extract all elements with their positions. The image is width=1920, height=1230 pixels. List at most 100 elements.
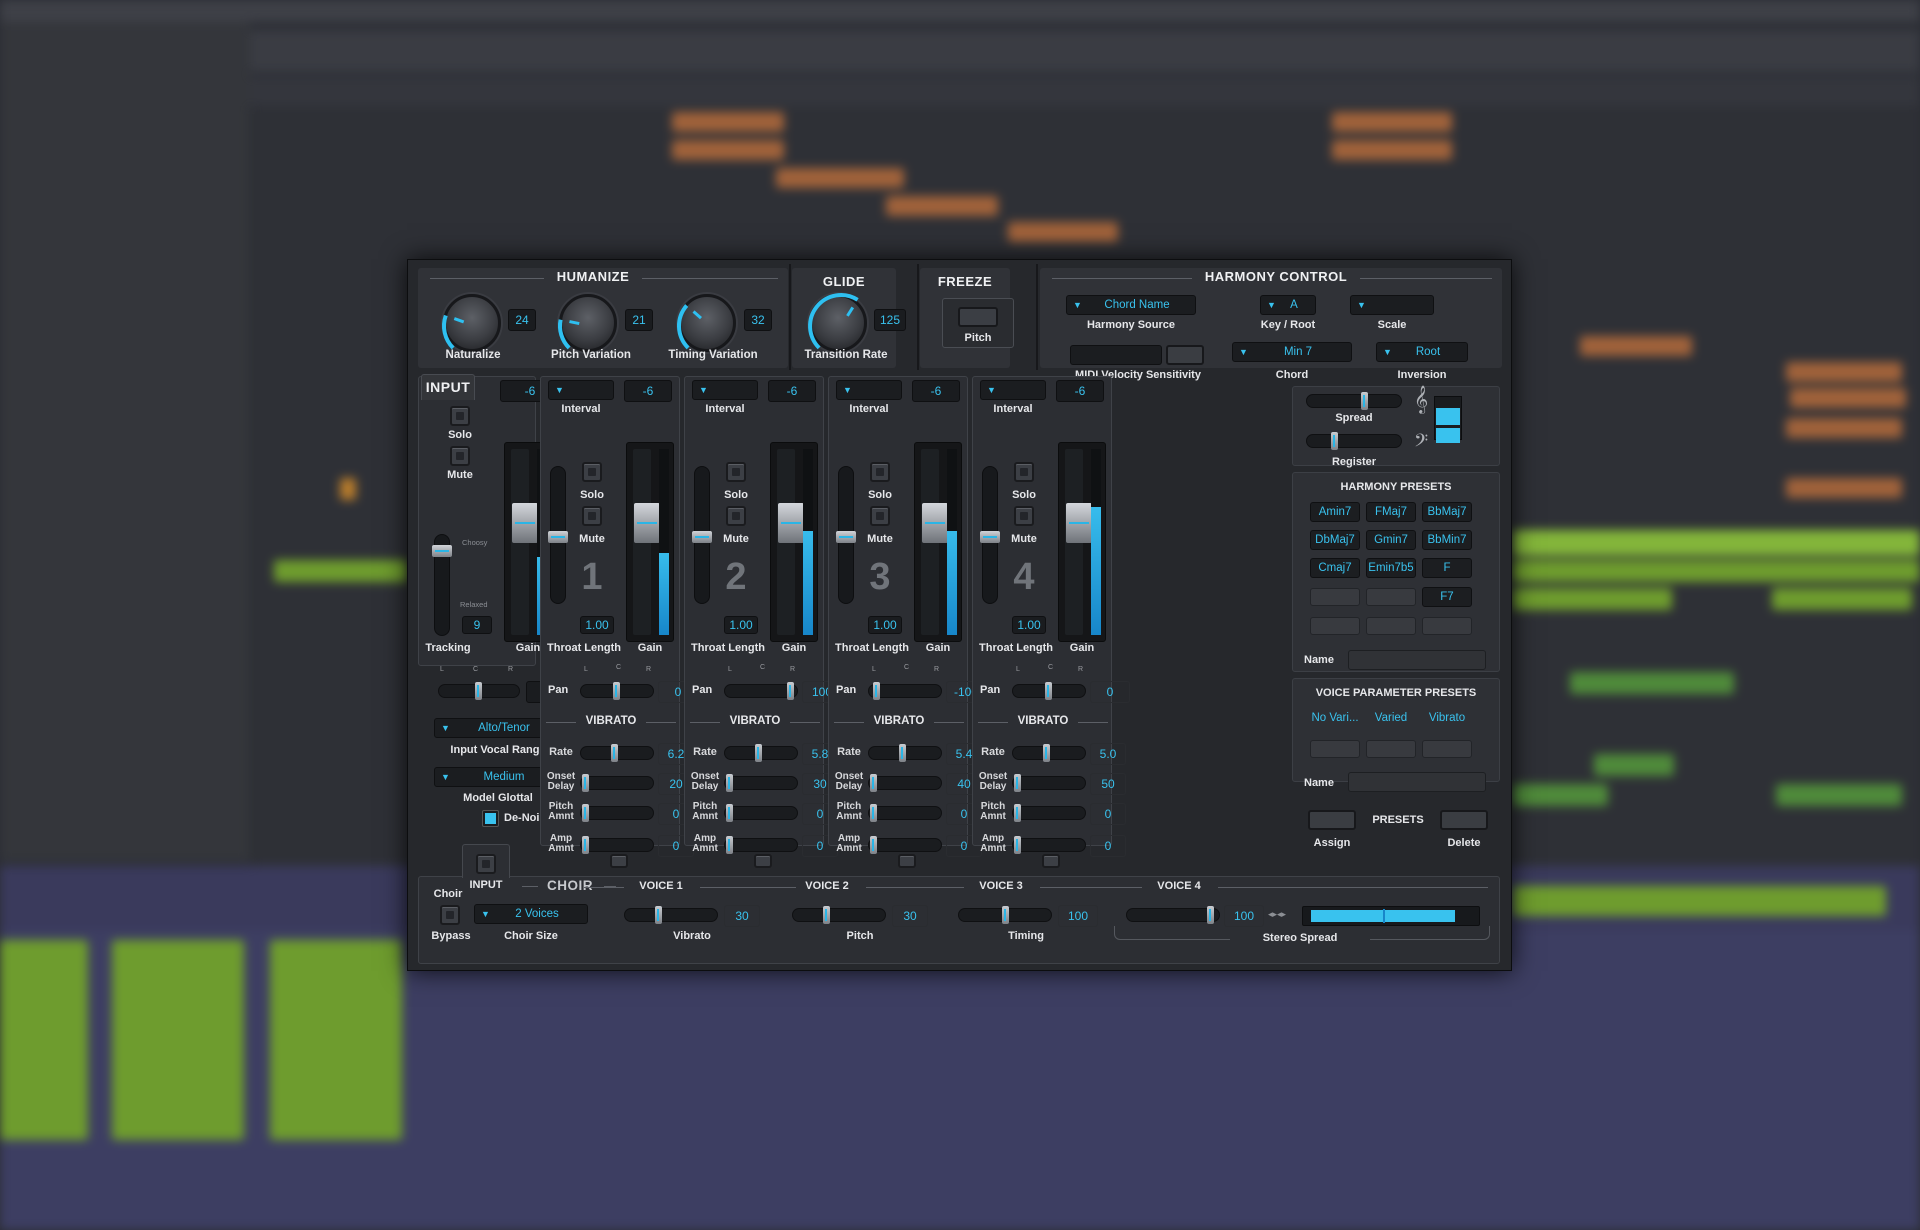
voice-preset-empty-slot[interactable]: [1422, 740, 1472, 758]
voice-3-vibrato-onset-thumb[interactable]: [870, 774, 877, 792]
voice-3-throat-value[interactable]: 1.00: [868, 616, 902, 634]
voice-preset-button[interactable]: Vibrato: [1422, 708, 1472, 728]
voice-1-vibrato-onset-slider[interactable]: [580, 774, 654, 792]
stereo-spread-value[interactable]: 100: [1224, 905, 1264, 927]
choir-size-dropdown[interactable]: ▼ 2 Voices: [474, 904, 588, 924]
harmony-preset-button[interactable]: BbMin7: [1422, 530, 1472, 550]
voice-2-gain-value[interactable]: -6: [768, 380, 816, 402]
harmony-preset-empty-slot[interactable]: [1310, 588, 1360, 606]
choir-vibrato-thumb[interactable]: [655, 906, 662, 924]
spread-slider-thumb[interactable]: [1361, 392, 1368, 410]
tracking-value[interactable]: 9: [462, 616, 492, 634]
voice-4-mute-button[interactable]: [1014, 506, 1034, 526]
voice-3-vibrato-amp-thumb[interactable]: [870, 836, 877, 854]
voice-1-vibrato-onset-thumb[interactable]: [582, 774, 589, 792]
voice-2-vibrato-pitch-slider[interactable]: [724, 804, 798, 822]
voice-4-solo-button[interactable]: [1014, 462, 1034, 482]
voice-4-gain-value[interactable]: -6: [1056, 380, 1104, 402]
tracking-slider[interactable]: [432, 534, 452, 636]
assign-button[interactable]: [1308, 810, 1356, 830]
voice-2-pan-slider[interactable]: [724, 682, 798, 700]
voice-3-vibrato-onset-slider[interactable]: [868, 774, 942, 792]
voice-4-pan-slider[interactable]: [1012, 682, 1086, 700]
voice-3-pan-thumb[interactable]: [873, 682, 880, 700]
voice-2-throat-value[interactable]: 1.00: [724, 616, 758, 634]
voice-3-throat-slider[interactable]: [836, 466, 856, 604]
voice-4-vibrato-amp-value[interactable]: 0: [1090, 835, 1126, 857]
voice-4-vibrato-pitch-thumb[interactable]: [1014, 804, 1021, 822]
voice-4-vibrato-rate-thumb[interactable]: [1043, 744, 1050, 762]
timing-variation-knob[interactable]: [677, 294, 736, 352]
voice-4-interval-dropdown[interactable]: ▼: [980, 380, 1046, 400]
voice-4-vibrato-rate-slider[interactable]: [1012, 744, 1086, 762]
spread-slider[interactable]: [1306, 392, 1402, 410]
input-pan-slider[interactable]: [438, 682, 520, 700]
voice-2-pan-thumb[interactable]: [787, 682, 794, 700]
voice-preset-empty-slot[interactable]: [1310, 740, 1360, 758]
harmony-preset-button[interactable]: F7: [1422, 587, 1472, 607]
choir-input-button[interactable]: [476, 854, 496, 874]
pitch-variation-knob[interactable]: [558, 294, 617, 352]
choir-timing-thumb[interactable]: [1002, 906, 1009, 924]
voice-1-vibrato-rate-thumb[interactable]: [611, 744, 618, 762]
voice-1-throat-slider[interactable]: [548, 466, 568, 604]
voice-3-gain-fader[interactable]: [914, 442, 962, 642]
harmony-preset-empty-slot[interactable]: [1422, 617, 1472, 635]
voice-2-mute-button[interactable]: [726, 506, 746, 526]
voice-3-mute-button[interactable]: [870, 506, 890, 526]
naturalize-value[interactable]: 24: [508, 309, 536, 331]
voice-4-pan-value[interactable]: 0: [1090, 681, 1130, 703]
harmony-preset-empty-slot[interactable]: [1366, 617, 1416, 635]
voice-2-throat-thumb[interactable]: [692, 531, 712, 543]
naturalize-knob[interactable]: [442, 294, 501, 352]
voice-3-pan-slider[interactable]: [868, 682, 942, 700]
voice-4-gain-thumb[interactable]: [1066, 503, 1092, 543]
timing-variation-value[interactable]: 32: [744, 309, 772, 331]
transition-rate-value[interactable]: 125: [874, 309, 906, 331]
voice-1-throat-thumb[interactable]: [548, 531, 568, 543]
voice-3-vibrato-pitch-slider[interactable]: [868, 804, 942, 822]
voice-1-gain-thumb[interactable]: [634, 503, 660, 543]
inversion-dropdown[interactable]: ▼ Root: [1376, 342, 1468, 362]
voice-4-vibrato-amp-slider[interactable]: [1012, 836, 1086, 854]
voice-3-vibrato-pitch-thumb[interactable]: [870, 804, 877, 822]
voice-4-vibrato-amp-thumb[interactable]: [1014, 836, 1021, 854]
voice-1-vibrato-rate-slider[interactable]: [580, 744, 654, 762]
register-slider-thumb[interactable]: [1331, 432, 1338, 450]
input-mute-button[interactable]: [450, 446, 470, 466]
voice-1-solo-button[interactable]: [582, 462, 602, 482]
voice-1-vibrato-pitch-slider[interactable]: [580, 804, 654, 822]
denoise-checkbox[interactable]: [482, 810, 499, 827]
scale-dropdown[interactable]: ▼: [1350, 295, 1434, 315]
midi-velocity-display[interactable]: [1070, 345, 1162, 365]
voice-2-vibrato-pitch-thumb[interactable]: [726, 804, 733, 822]
transition-rate-knob[interactable]: [808, 293, 867, 352]
voice-1-choir-button[interactable]: [610, 854, 628, 868]
tracking-slider-thumb[interactable]: [432, 545, 452, 557]
voice-preset-button[interactable]: No Vari...: [1310, 708, 1360, 728]
voice-1-pan-slider[interactable]: [580, 682, 654, 700]
freeze-pitch-button[interactable]: [958, 307, 998, 327]
voice-2-solo-button[interactable]: [726, 462, 746, 482]
voice-4-pan-thumb[interactable]: [1045, 682, 1052, 700]
voice-3-choir-button[interactable]: [898, 854, 916, 868]
voice-1-vibrato-amp-thumb[interactable]: [582, 836, 589, 854]
voice-2-vibrato-rate-thumb[interactable]: [755, 744, 762, 762]
harmony-preset-empty-slot[interactable]: [1310, 617, 1360, 635]
voice-1-vibrato-amp-slider[interactable]: [580, 836, 654, 854]
voice-4-throat-thumb[interactable]: [980, 531, 1000, 543]
midi-velocity-toggle[interactable]: [1166, 345, 1204, 365]
voice-2-vibrato-amp-slider[interactable]: [724, 836, 798, 854]
voice-2-gain-thumb[interactable]: [778, 503, 804, 543]
voice-4-vibrato-onset-slider[interactable]: [1012, 774, 1086, 792]
voice-4-vibrato-rate-value[interactable]: 5.0: [1090, 743, 1126, 765]
harmony-preset-button[interactable]: DbMaj7: [1310, 530, 1360, 550]
voice-2-interval-dropdown[interactable]: ▼: [692, 380, 758, 400]
key-root-dropdown[interactable]: ▼ A: [1260, 295, 1316, 315]
voice-4-throat-value[interactable]: 1.00: [1012, 616, 1046, 634]
stereo-spread-slider[interactable]: [1126, 906, 1220, 924]
voice-3-interval-dropdown[interactable]: ▼: [836, 380, 902, 400]
voice-1-pan-thumb[interactable]: [613, 682, 620, 700]
voice-3-throat-thumb[interactable]: [836, 531, 856, 543]
input-solo-button[interactable]: [450, 406, 470, 426]
